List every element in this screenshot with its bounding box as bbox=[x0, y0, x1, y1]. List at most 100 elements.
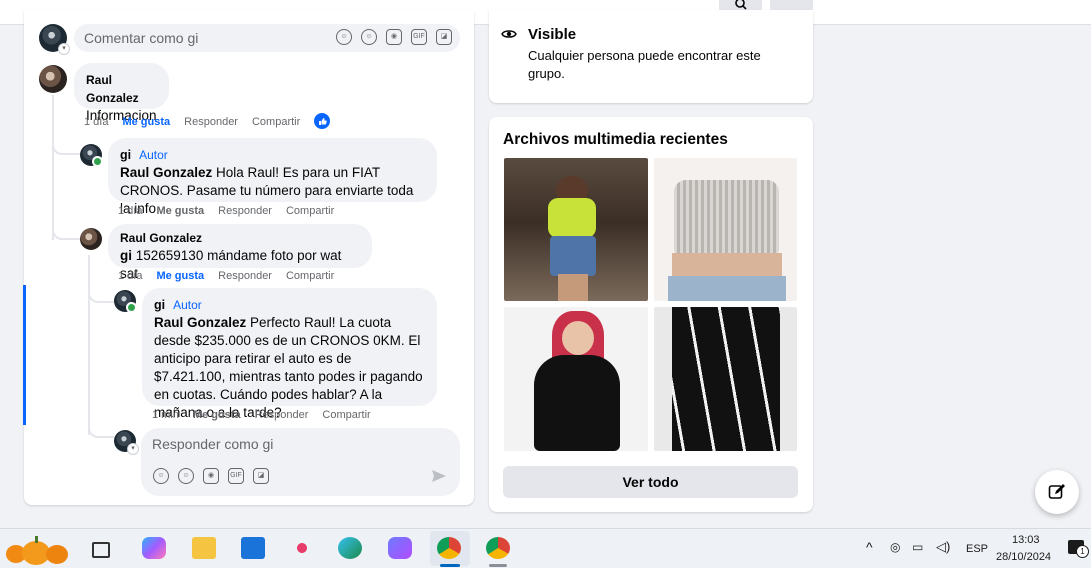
mail-icon[interactable] bbox=[241, 537, 265, 559]
camera-icon[interactable]: ◉ bbox=[203, 468, 219, 484]
pumpkins-widget-icon[interactable] bbox=[2, 533, 78, 565]
like-link[interactable]: Me gusta bbox=[122, 116, 170, 128]
comment-tools: ☺ ☺ ◉ GIF ◪ bbox=[336, 29, 452, 45]
thread-line bbox=[52, 95, 54, 240]
comment-author[interactable]: gi bbox=[154, 298, 165, 312]
battery-icon[interactable]: ▭ bbox=[912, 540, 923, 554]
avatar[interactable] bbox=[80, 144, 103, 167]
comment-actions: 1 min Me gusta Responder Compartir bbox=[152, 409, 385, 421]
thread-connector bbox=[52, 135, 80, 155]
clock-time[interactable]: 13:03 bbox=[1012, 534, 1040, 546]
reply-link[interactable]: Responder bbox=[184, 116, 238, 128]
comment-actions: 1 día Me gusta Responder Compartir bbox=[118, 205, 348, 217]
volume-icon[interactable]: ◁) bbox=[936, 539, 950, 555]
like-link[interactable]: Me gusta bbox=[156, 270, 204, 282]
snipping-tool-icon[interactable] bbox=[290, 537, 314, 559]
media-thumbnail[interactable] bbox=[654, 307, 797, 451]
share-link[interactable]: Compartir bbox=[286, 270, 334, 282]
comment-actions: 1 día Me gusta Responder Compartir bbox=[118, 270, 348, 282]
mention[interactable]: gi bbox=[120, 248, 132, 263]
visibility-title: Visible bbox=[528, 26, 577, 43]
avatar: ▾ bbox=[114, 430, 139, 455]
avatar[interactable] bbox=[39, 65, 67, 93]
share-link[interactable]: Compartir bbox=[286, 205, 334, 217]
author-badge: Autor bbox=[173, 298, 202, 312]
mention[interactable]: Raul Gonzalez bbox=[120, 165, 212, 180]
avatar-sticker-icon[interactable]: ☺ bbox=[336, 29, 352, 45]
like-icon bbox=[314, 113, 330, 129]
reply-tools: ☺ ☺ ◉ GIF ◪ bbox=[153, 468, 269, 484]
comment-actions: 1 día Me gusta Responder Compartir bbox=[84, 116, 314, 128]
emoji-icon[interactable]: ☺ bbox=[178, 468, 194, 484]
comment-bubble: Raul Gonzalez gi 152659130 mándame foto … bbox=[108, 224, 372, 281]
edge-icon[interactable] bbox=[338, 537, 362, 559]
share-link[interactable]: Compartir bbox=[252, 116, 300, 128]
comment-time[interactable]: 1 día bbox=[118, 205, 142, 217]
chrome-profile-icon[interactable] bbox=[437, 537, 461, 559]
comment-author[interactable]: Raul Gonzalez bbox=[120, 229, 360, 247]
task-view-icon[interactable] bbox=[92, 542, 110, 558]
thread-connector bbox=[52, 220, 80, 240]
share-link[interactable]: Compartir bbox=[322, 409, 370, 421]
avatar-sticker-icon[interactable]: ☺ bbox=[153, 468, 169, 484]
comment-placeholder: Comentar como gi bbox=[84, 30, 199, 46]
sticker-icon[interactable]: ◪ bbox=[436, 29, 452, 45]
reply-link[interactable]: Responder bbox=[218, 205, 272, 217]
chevron-down-icon[interactable]: ▾ bbox=[127, 443, 139, 455]
comment-bubble: Raul Gonzalez Informacion bbox=[74, 63, 169, 123]
copilot-app-icon[interactable] bbox=[388, 537, 412, 559]
reply-link[interactable]: Responder bbox=[255, 409, 309, 421]
view-all-button[interactable]: Ver todo bbox=[503, 466, 798, 498]
comment-text: Raul Gonzalez Perfecto Raul! La cuota de… bbox=[154, 314, 425, 422]
reply-placeholder: Responder como gi bbox=[152, 436, 274, 452]
avatar: ▾ bbox=[39, 24, 70, 55]
clock-date[interactable]: 28/10/2024 bbox=[996, 551, 1051, 563]
comment-author[interactable]: Raul Gonzalez bbox=[86, 71, 157, 107]
author-badge: Autor bbox=[139, 148, 168, 162]
thread-connector bbox=[88, 418, 114, 438]
notification-count: 1 bbox=[1076, 545, 1089, 558]
avatar[interactable] bbox=[80, 228, 102, 250]
view-all-label: Ver todo bbox=[622, 474, 679, 490]
thread-connector bbox=[88, 283, 114, 303]
avatar[interactable] bbox=[114, 290, 137, 313]
reply-link[interactable]: Responder bbox=[218, 270, 272, 282]
comment-bubble: gi Autor Raul Gonzalez Perfecto Raul! La … bbox=[142, 288, 437, 420]
like-link[interactable]: Me gusta bbox=[193, 409, 241, 421]
comment-bubble: gi Autor Raul Gonzalez Hola Raul! Es para… bbox=[108, 138, 437, 216]
comment-time[interactable]: 1 día bbox=[84, 116, 108, 128]
comment-time[interactable]: 1 min bbox=[152, 409, 179, 421]
sticker-icon[interactable]: ◪ bbox=[253, 468, 269, 484]
copilot-icon[interactable] bbox=[142, 537, 166, 559]
notification-icon[interactable]: 1 bbox=[1068, 540, 1089, 558]
new-comment-indicator bbox=[23, 285, 26, 425]
send-icon[interactable] bbox=[431, 469, 447, 483]
media-thumbnail[interactable] bbox=[504, 158, 648, 301]
chevron-down-icon[interactable]: ▾ bbox=[58, 43, 70, 55]
edit-icon bbox=[1048, 484, 1065, 499]
chevron-up-icon[interactable]: ^ bbox=[866, 539, 873, 555]
gif-icon[interactable]: GIF bbox=[228, 468, 244, 484]
comment-author[interactable]: gi bbox=[120, 148, 131, 162]
online-indicator bbox=[126, 302, 137, 313]
new-message-button[interactable] bbox=[1035, 470, 1079, 514]
camera-icon[interactable]: ◉ bbox=[386, 29, 402, 45]
language-indicator[interactable]: ESP bbox=[966, 543, 988, 555]
comment-body: Perfecto Raul! La cuota desde $235.000 e… bbox=[154, 315, 423, 420]
gif-icon[interactable]: GIF bbox=[411, 29, 427, 45]
reply-input[interactable]: Responder como gi bbox=[141, 428, 460, 496]
emoji-icon[interactable]: ☺ bbox=[361, 29, 377, 45]
meet-icon[interactable]: ◎ bbox=[890, 540, 900, 554]
media-title: Archivos multimedia recientes bbox=[503, 131, 728, 148]
like-link[interactable]: Me gusta bbox=[156, 205, 204, 217]
media-thumbnail[interactable] bbox=[654, 158, 797, 301]
file-explorer-icon[interactable] bbox=[192, 537, 216, 559]
taskbar: ^ ◎ ▭ ◁) ESP 13:03 28/10/2024 1 bbox=[0, 528, 1091, 568]
eye-icon bbox=[501, 30, 517, 38]
comment-time[interactable]: 1 día bbox=[118, 270, 142, 282]
chrome-icon[interactable] bbox=[486, 537, 510, 559]
online-indicator bbox=[92, 156, 103, 167]
media-thumbnail[interactable] bbox=[504, 307, 648, 451]
mention[interactable]: Raul Gonzalez bbox=[154, 315, 246, 330]
visibility-description: Cualquier persona puede encontrar este g… bbox=[528, 48, 761, 81]
